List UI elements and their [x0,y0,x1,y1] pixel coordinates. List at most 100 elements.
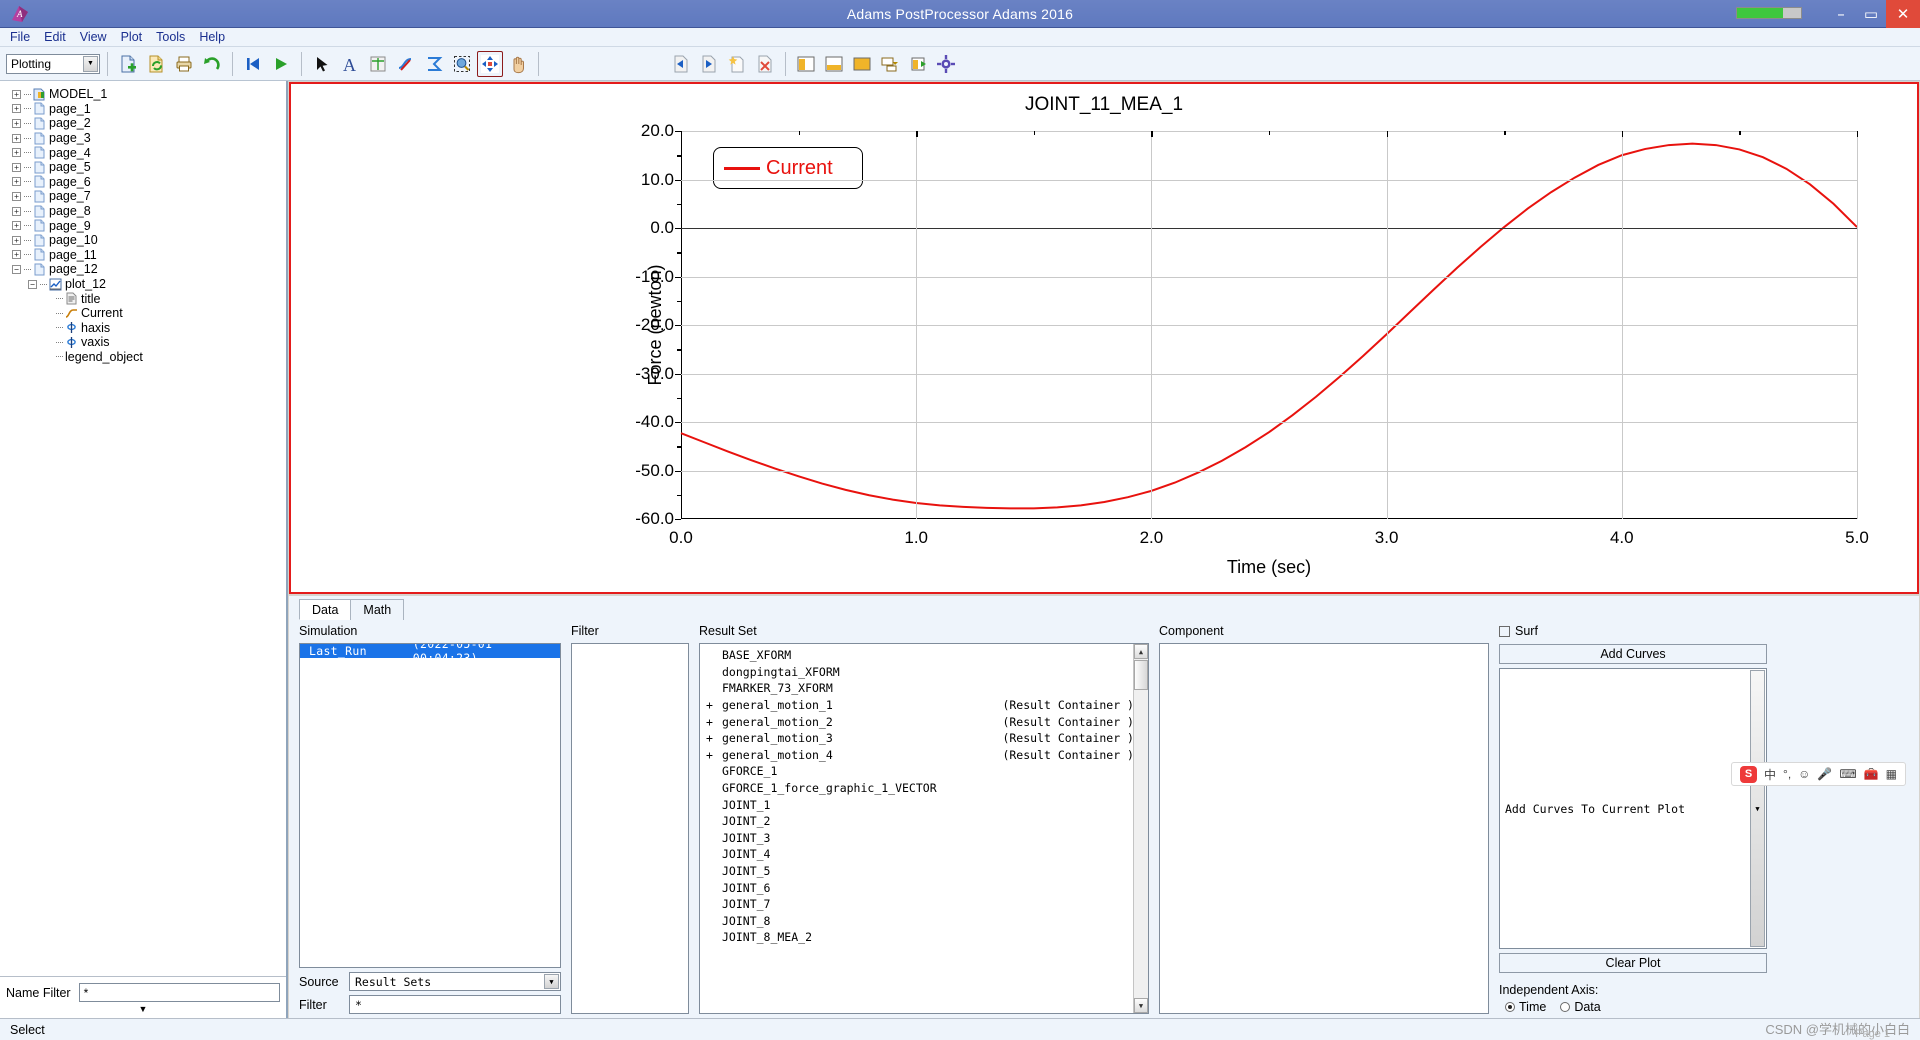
tree-node-model_1[interactable]: +MODEL_1 [4,87,286,102]
pan-hand-icon[interactable] [505,51,531,77]
surf-checkbox[interactable]: Surf [1499,624,1767,638]
add-page-icon[interactable] [724,51,750,77]
tree-toggle-icon[interactable]: + [12,104,21,113]
menu-item-tools[interactable]: Tools [156,30,185,44]
tree-node-haxis[interactable]: haxis [4,321,286,336]
maximize-button[interactable]: ▭ [1856,0,1886,28]
new-page-icon[interactable] [115,51,141,77]
curve-tool-icon[interactable] [393,51,419,77]
tree-toggle-icon[interactable]: + [12,177,21,186]
menu-item-plot[interactable]: Plot [121,30,143,44]
tree-node-page_7[interactable]: +page_7 [4,189,286,204]
result-set-item[interactable]: JOINT_8 [700,913,1148,930]
scroll-down-icon[interactable]: ▼ [1134,998,1148,1013]
tree-node-page_2[interactable]: +page_2 [4,116,286,131]
tree-toggle-icon[interactable]: − [28,280,37,289]
tree-node-page_10[interactable]: +page_10 [4,233,286,248]
smiley-icon[interactable]: ☺ [1798,767,1810,781]
simulation-list[interactable]: Last_Run (2022-05-01 00:04:23) [299,643,561,968]
tree-node-legend_object[interactable]: legend_object [4,350,286,365]
tree-node-page_6[interactable]: +page_6 [4,175,286,190]
tree-node-page_4[interactable]: +page_4 [4,145,286,160]
zoom-region-icon[interactable] [449,51,475,77]
tree-toggle-icon[interactable]: + [12,207,21,216]
source-select[interactable]: Result Sets ▼ [349,972,561,991]
layout-one-icon[interactable] [793,51,819,77]
previous-page-icon[interactable] [668,51,694,77]
next-page-icon[interactable] [696,51,722,77]
expand-toggle-icon[interactable]: + [706,698,722,712]
tree-node-title[interactable]: title [4,291,286,306]
tree-toggle-icon[interactable]: + [12,119,21,128]
grid-icon[interactable]: ▦ [1886,767,1897,781]
tree-toggle-icon[interactable]: + [12,148,21,157]
result-set-item[interactable]: FMARKER_73_XFORM [700,680,1148,697]
text-tool-icon[interactable]: A [337,51,363,77]
scroll-up-icon[interactable]: ▲ [1134,644,1148,659]
result-set-item[interactable]: +general_motion_3(Result Container ) [700,730,1148,747]
tree-toggle-icon[interactable]: + [12,192,21,201]
plot-legend[interactable]: Current [713,147,863,189]
component-list[interactable] [1159,643,1489,1014]
result-set-item[interactable]: JOINT_6 [700,879,1148,896]
tree-toggle-icon[interactable]: + [12,221,21,230]
undo-icon[interactable] [199,51,225,77]
layout-two-icon[interactable] [821,51,847,77]
result-set-item[interactable]: JOINT_2 [700,813,1148,830]
result-set-list[interactable]: BASE_XFORMdongpingtai_XFORMFMARKER_73_XF… [699,643,1149,1014]
delete-page-icon[interactable] [752,51,778,77]
expand-toggle-icon[interactable]: + [706,731,722,745]
tree-node-page_8[interactable]: +page_8 [4,204,286,219]
ime-punct-label[interactable]: °, [1783,767,1791,781]
reload-page-icon[interactable] [143,51,169,77]
tree-node-page_12[interactable]: −page_12 [4,262,286,277]
plot-canvas[interactable]: JOINT_11_MEA_1 Current Force (newton) Ti… [289,82,1919,594]
model-tree[interactable]: +MODEL_1+page_1+page_2+page_3+page_4 +pag… [0,81,286,976]
ime-mode-label[interactable]: 中 [1764,766,1776,783]
tree-toggle-icon[interactable]: + [12,236,21,245]
add-mode-select[interactable]: Add Curves To Current Plot ▼ [1499,668,1767,949]
statistics-icon[interactable] [421,51,447,77]
tab-data[interactable]: Data [299,599,351,620]
tab-math[interactable]: Math [350,599,404,620]
result-set-item[interactable]: GFORCE_1_force_graphic_1_VECTOR [700,780,1148,797]
name-filter-input[interactable]: * [79,983,280,1002]
close-button[interactable]: ✕ [1886,0,1920,28]
rewind-icon[interactable] [240,51,266,77]
result-set-item[interactable]: dongpingtai_XFORM [700,664,1148,681]
menu-item-view[interactable]: View [80,30,107,44]
result-set-item[interactable]: JOINT_8_MEA_2 [700,929,1148,946]
result-set-item[interactable]: +general_motion_1(Result Container ) [700,697,1148,714]
result-set-item[interactable]: +general_motion_4(Result Container ) [700,747,1148,764]
simulation-row-last-run[interactable]: Last_Run (2022-05-01 00:04:23) [300,644,560,658]
microphone-icon[interactable]: 🎤 [1817,767,1832,781]
menu-item-help[interactable]: Help [199,30,225,44]
ime-toolbar[interactable]: S 中 °, ☺ 🎤 ⌨ 🧰 ▦ [1731,762,1906,786]
sim-filter-input[interactable]: * [349,995,561,1014]
expand-toggle-icon[interactable]: + [706,748,722,762]
layout-four-icon[interactable] [849,51,875,77]
tree-node-current[interactable]: Current [4,306,286,321]
filter-list[interactable] [571,643,689,1014]
select-cursor-icon[interactable] [309,51,335,77]
tree-toggle-icon[interactable]: + [12,134,21,143]
result-set-item[interactable]: JOINT_3 [700,830,1148,847]
expand-toggle-icon[interactable]: + [706,715,722,729]
tree-toggle-icon[interactable]: + [12,163,21,172]
clear-plot-button[interactable]: Clear Plot [1499,953,1767,973]
result-set-item[interactable]: BASE_XFORM [700,647,1148,664]
tree-node-page_3[interactable]: +page_3 [4,131,286,146]
result-set-item[interactable]: JOINT_7 [700,896,1148,913]
print-icon[interactable] [171,51,197,77]
export-icon[interactable] [905,51,931,77]
scrollbar-thumb[interactable] [1134,660,1148,690]
play-icon[interactable] [268,51,294,77]
menu-item-edit[interactable]: Edit [44,30,66,44]
result-set-item[interactable]: JOINT_1 [700,796,1148,813]
tree-node-page_9[interactable]: +page_9 [4,218,286,233]
toolbox-icon[interactable]: 🧰 [1864,767,1879,781]
axis-tool-icon[interactable] [365,51,391,77]
tree-node-page_1[interactable]: +page_1 [4,102,286,117]
minimize-button[interactable]: – [1826,0,1856,28]
tree-node-vaxis[interactable]: vaxis [4,335,286,350]
